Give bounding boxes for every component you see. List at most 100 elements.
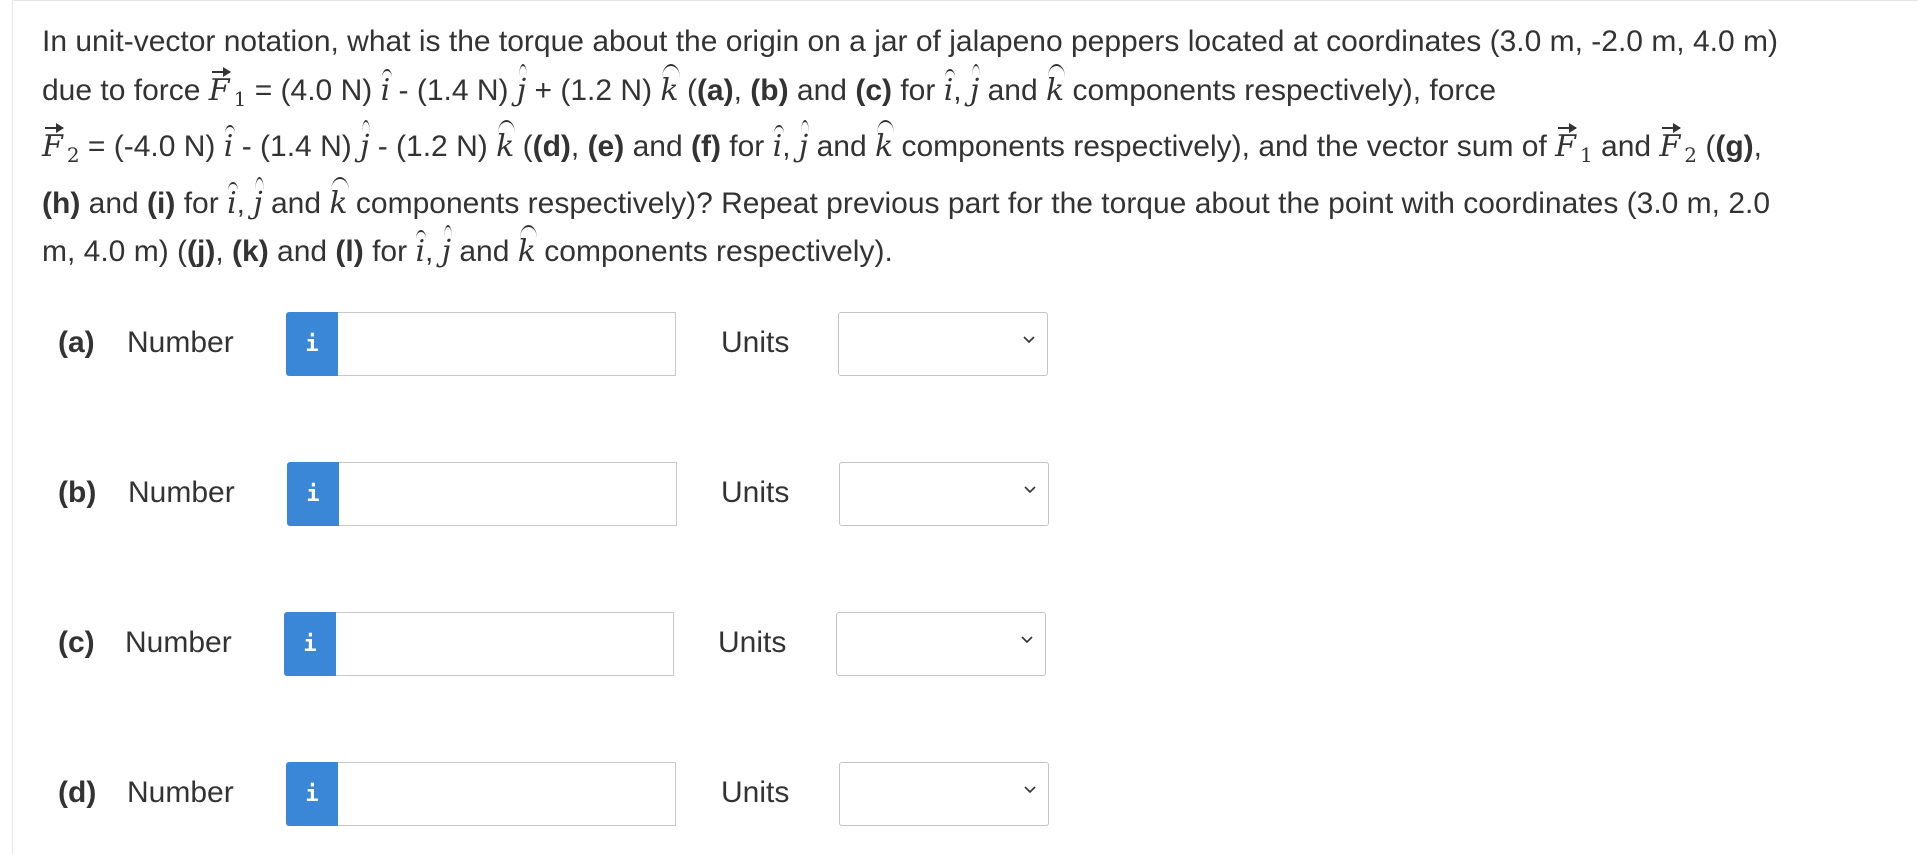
- question-text-segment: ,: [425, 235, 442, 268]
- number-input-c[interactable]: [336, 612, 674, 676]
- number-label: Number: [127, 326, 234, 359]
- question-text-segment: ,: [733, 73, 751, 107]
- question-text-segment: - (1.2 N): [369, 130, 497, 163]
- unit-i: i: [944, 67, 955, 116]
- units-select-d[interactable]: [839, 762, 1049, 826]
- part-ref: (e): [587, 130, 625, 163]
- part-ref: (f): [690, 130, 721, 163]
- question-text-segment: (: [686, 73, 697, 107]
- question-text-segment: due to force: [42, 73, 209, 107]
- question-text-segment: - (1.4 N): [233, 130, 361, 163]
- vector-F2: F: [1659, 123, 1682, 172]
- number-label: Number: [127, 776, 234, 809]
- unit-i: i: [415, 228, 427, 277]
- units-select-a[interactable]: [838, 312, 1048, 376]
- question-text-segment: ,: [953, 73, 970, 107]
- number-label: Number: [125, 626, 232, 659]
- question-text-segment: components respectively), and the vector…: [893, 130, 1556, 163]
- subscript: 1: [1579, 143, 1593, 167]
- unit-i: i: [224, 123, 235, 172]
- question-text-segment: for: [175, 186, 228, 220]
- unit-k: k: [329, 176, 349, 229]
- vector-F1: F: [209, 66, 231, 116]
- question-text-segment: components respectively), force: [1064, 73, 1497, 107]
- unit-j: j: [517, 63, 528, 116]
- info-icon[interactable]: i: [286, 762, 338, 826]
- part-ref: (i): [147, 186, 176, 220]
- info-icon[interactable]: i: [284, 612, 336, 676]
- number-input-b[interactable]: [339, 462, 677, 526]
- units-label: Units: [718, 626, 787, 659]
- unit-j: j: [253, 176, 265, 229]
- part-ref: (b): [750, 73, 789, 107]
- question-text-segment: + (1.2 N): [534, 73, 661, 107]
- question-line-3: F2 = (-4.0 N) i - (1.4 N) j - (1.2 N) k …: [42, 120, 1892, 180]
- question-text-segment: components respectively).: [535, 235, 893, 268]
- units-label: Units: [721, 476, 790, 509]
- question-text-segment: ,: [236, 186, 254, 220]
- chevron-down-icon: [1021, 636, 1033, 644]
- unit-i: i: [773, 123, 784, 172]
- unit-k: k: [518, 225, 538, 277]
- question-text-segment: and: [788, 73, 856, 107]
- part-label: (c): [58, 626, 95, 659]
- question-text-segment: and: [1592, 130, 1660, 163]
- question-text-segment: (: [1697, 130, 1716, 163]
- unit-i: i: [227, 180, 238, 229]
- chevron-down-icon: [1024, 486, 1036, 494]
- part-ref: (k): [232, 235, 269, 268]
- answer-row-c: (c) Number i Units: [58, 612, 1058, 678]
- number-input-a[interactable]: [338, 312, 676, 376]
- subscript: 2: [66, 143, 80, 167]
- number-input-d[interactable]: [338, 762, 676, 826]
- question-line-1: In unit-vector notation, what is the tor…: [42, 18, 1892, 67]
- vector-F2: F: [42, 123, 64, 172]
- question-text-segment: m, 4.0 m) (: [42, 235, 188, 268]
- part-ref: (c): [855, 73, 892, 107]
- unit-j: j: [360, 120, 371, 172]
- vector-F1: F: [1555, 123, 1577, 172]
- info-icon[interactable]: i: [287, 462, 339, 526]
- part-label: (d): [58, 776, 97, 809]
- part-label: (b): [58, 476, 97, 509]
- unit-k: k: [875, 120, 895, 172]
- question-text-segment: = (-4.0 N): [79, 130, 224, 163]
- units-select-c[interactable]: [836, 612, 1046, 676]
- part-ref: (a): [696, 73, 734, 107]
- question-text-segment: and: [451, 235, 518, 268]
- question-text-segment: and: [262, 186, 330, 220]
- part-label: (a): [58, 326, 95, 359]
- part-ref: (h): [42, 186, 81, 220]
- subscript: 2: [1684, 143, 1697, 167]
- chevron-down-icon: [1023, 336, 1035, 344]
- question-text-segment: and: [268, 235, 336, 268]
- part-ref: (l): [335, 235, 364, 268]
- question-text-segment: - (1.4 N): [398, 73, 517, 107]
- part-ref: (g): [1715, 130, 1754, 163]
- unit-j: j: [442, 225, 453, 277]
- question-text-segment: and: [624, 130, 691, 163]
- question-text-segment: for: [720, 130, 773, 163]
- question-text-segment: ,: [570, 130, 588, 163]
- question-line-4: (h) and (i) for i, j and k components re…: [42, 176, 1892, 229]
- units-label: Units: [721, 326, 790, 359]
- unit-j: j: [970, 63, 981, 116]
- units-select-b[interactable]: [839, 462, 1049, 526]
- question-text-segment: ,: [215, 235, 233, 268]
- unit-i: i: [381, 67, 392, 116]
- question-text-segment: for: [892, 73, 944, 107]
- question-text-segment: ,: [782, 130, 799, 163]
- unit-k: k: [660, 63, 680, 116]
- question-text-segment: components respectively)? Repeat previou…: [347, 186, 1771, 220]
- answer-row-d: (d) Number i Units: [58, 762, 1058, 828]
- answer-row-a: (a) Number i Units: [58, 312, 1058, 378]
- unit-k: k: [496, 120, 516, 172]
- unit-k: k: [1046, 63, 1066, 116]
- question-text-segment: (: [514, 130, 533, 163]
- part-ref: (j): [187, 235, 216, 268]
- question-text-segment: = (4.0 N): [254, 73, 381, 107]
- subscript: 1: [233, 86, 247, 111]
- info-icon[interactable]: i: [286, 312, 338, 376]
- question-text-segment: and: [808, 130, 875, 163]
- question-text-segment: ,: [1753, 130, 1762, 163]
